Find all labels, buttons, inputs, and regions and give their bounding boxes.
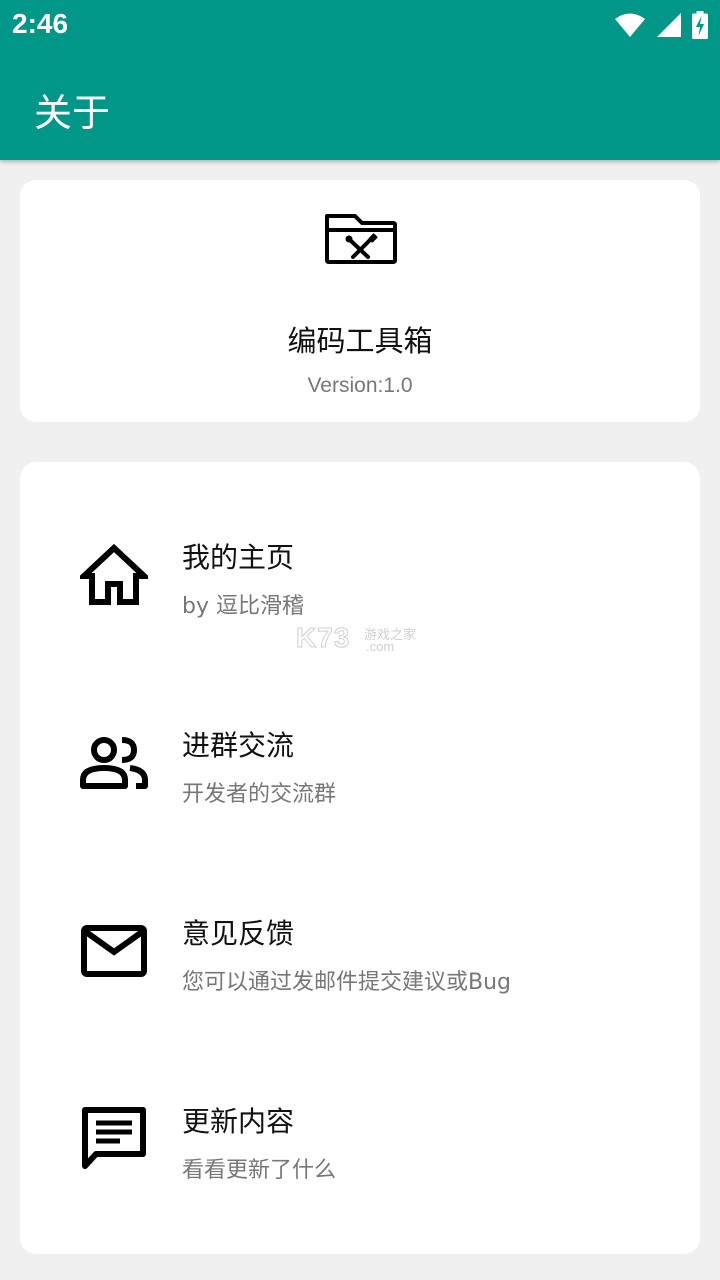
menu-item-subtitle: 您可以通过发邮件提交建议或Bug: [182, 970, 512, 995]
about-card: 编码工具箱 Version:1.0: [20, 180, 700, 422]
app-name: 编码工具箱: [287, 324, 433, 358]
menu-item-changelog[interactable]: 更新内容 看看更新了什么: [20, 1026, 700, 1214]
watermark-logo: K73 游戏之家 .com: [295, 622, 426, 658]
status-time: 2:46: [12, 8, 69, 39]
menu-item-subtitle: 看看更新了什么: [182, 1158, 337, 1183]
mail-icon: [81, 925, 147, 977]
watermark-brand: K73: [295, 622, 351, 654]
toolbox-folder-icon: [320, 194, 400, 274]
battery-charging-icon: [692, 11, 708, 39]
menu-item-title: 进群交流: [182, 729, 295, 762]
wifi-icon: [615, 13, 645, 37]
menu-card: 我的主页 by 逗比滑稽 进群交流 开发者的交流群 意见反馈 您可以通过发邮件提…: [20, 462, 700, 1254]
home-icon: [80, 543, 148, 605]
status-icons: [614, 10, 708, 40]
menu-item-title: 更新内容: [182, 1105, 295, 1138]
menu-item-subtitle: 开发者的交流群: [182, 782, 337, 807]
toolbar-title: 关于: [34, 91, 111, 135]
watermark-domain: .com: [366, 639, 395, 654]
app-bar: 2:46 关于: [0, 0, 720, 160]
status-bar: 2:46: [0, 0, 720, 50]
menu-item-title: 我的主页: [182, 541, 295, 574]
menu-item-subtitle: by 逗比滑稽: [182, 594, 304, 619]
menu-item-title: 意见反馈: [182, 917, 295, 950]
menu-item-feedback[interactable]: 意见反馈 您可以通过发邮件提交建议或Bug: [20, 838, 700, 1026]
cell-signal-icon: [657, 13, 681, 37]
menu-item-join-group[interactable]: 进群交流 开发者的交流群: [20, 650, 700, 838]
app-version: Version:1.0: [307, 374, 413, 397]
message-icon: [82, 1107, 146, 1169]
group-icon: [80, 737, 148, 789]
